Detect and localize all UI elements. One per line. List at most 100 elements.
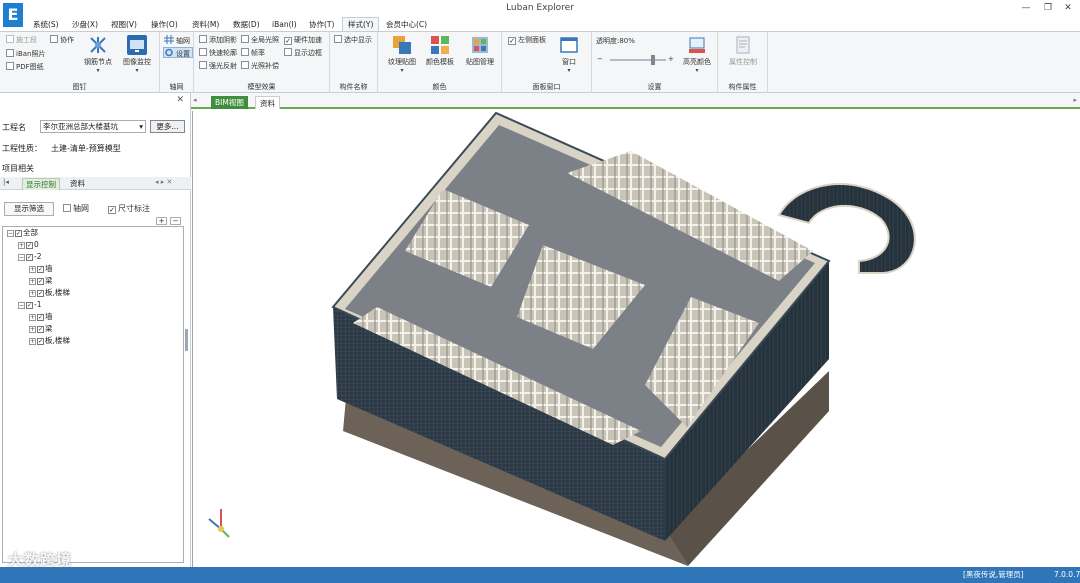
shadow-checkbox[interactable]: 添加阴影 bbox=[199, 35, 237, 46]
group-label-pins: 图钉 bbox=[72, 83, 87, 91]
tree-node-beam[interactable]: + ✓ 梁 bbox=[29, 275, 53, 287]
transparency-plus-button[interactable]: + bbox=[668, 54, 674, 65]
tab-scroll-left-icon[interactable]: |◂ bbox=[3, 178, 9, 186]
group-label-panel: 面板窗口 bbox=[532, 83, 561, 91]
tree-node-slab-stair[interactable]: + ✓ 板,楼梯 bbox=[29, 287, 70, 299]
texture-icon bbox=[392, 35, 412, 55]
panel-splitter[interactable] bbox=[185, 329, 188, 351]
global-light-checkbox[interactable]: 全局光照 bbox=[241, 35, 279, 46]
group-component-name: 选中显示 构件名称 bbox=[330, 32, 378, 93]
monitor-icon bbox=[127, 35, 147, 55]
tab-operation[interactable]: 操作(O) bbox=[151, 18, 178, 31]
expand-all-button[interactable]: + bbox=[156, 217, 167, 225]
axis-settings-button[interactable]: 设置 bbox=[163, 47, 193, 58]
tab-scroll-right-icon[interactable]: ▸ bbox=[1073, 96, 1077, 104]
grid-icon bbox=[164, 35, 174, 44]
property-control-button[interactable]: 属性控制 bbox=[723, 35, 763, 67]
display-filter-button[interactable]: 显示筛选 bbox=[4, 202, 54, 216]
group-label-axis: 轴网 bbox=[169, 83, 184, 91]
tab-member[interactable]: 会员中心(C) bbox=[386, 18, 427, 31]
fast-outline-checkbox[interactable]: 快速轮廓 bbox=[199, 48, 237, 59]
close-icon[interactable]: ✕ bbox=[176, 95, 184, 105]
tree-node-wall[interactable]: + ✓ 墙 bbox=[29, 263, 53, 275]
iban-photo-checkbox[interactable]: iBan照片 bbox=[6, 49, 45, 60]
building-model bbox=[208, 111, 916, 566]
tree-node-floor-minus2[interactable]: − ✓ -2 bbox=[18, 251, 41, 263]
project-nature-label: 工程性质： bbox=[2, 144, 42, 153]
pdf-drawing-checkbox[interactable]: PDF图纸 bbox=[6, 62, 44, 73]
group-color: 纹理贴图 ▾ 颜色模板 贴图管理 颜色 bbox=[378, 32, 502, 93]
tree-node-floor-0[interactable]: + ✓ 0 bbox=[18, 239, 39, 251]
group-panel-window: ✓ 左侧面板 窗口 ▾ 面板窗口 bbox=[502, 32, 592, 93]
group-label-color: 颜色 bbox=[432, 83, 447, 91]
project-name-label: 工程名 bbox=[2, 123, 26, 132]
show-border-checkbox[interactable]: 显示边框 bbox=[284, 48, 322, 59]
rebar-node-button[interactable]: 钢筋节点 ▾ bbox=[78, 35, 118, 74]
group-pins: 施工段 协作 iBan照片 PDF图纸 钢筋节点 ▾ 图像监控 ▾ 图钉 bbox=[0, 32, 160, 93]
color-template-button[interactable]: 颜色模板 bbox=[420, 35, 460, 67]
axis-gizmo[interactable] bbox=[208, 509, 230, 538]
tab-documents[interactable]: 资料 bbox=[255, 96, 280, 109]
group-axis: 轴网 设置 轴网 bbox=[160, 32, 194, 93]
tree-node-floor-minus1[interactable]: − ✓ -1 bbox=[18, 299, 41, 311]
slider-thumb[interactable] bbox=[651, 55, 655, 65]
tab-system[interactable]: 系统(S) bbox=[33, 18, 59, 31]
texture-map-button[interactable]: 纹理贴图 ▾ bbox=[382, 35, 422, 74]
image-monitor-button[interactable]: 图像监控 ▾ bbox=[117, 35, 157, 74]
specular-checkbox[interactable]: 强光反射 bbox=[199, 61, 237, 72]
ribbon: 施工段 协作 iBan照片 PDF图纸 钢筋节点 ▾ 图像监控 ▾ 图钉 轴网 设置… bbox=[0, 31, 1080, 93]
chevron-down-icon: ▾ bbox=[139, 122, 143, 131]
tab-bim-view[interactable]: BIM视图 bbox=[211, 96, 248, 109]
watermark-logo: 大数跨境 bbox=[8, 551, 73, 569]
close-icon[interactable]: ✕ bbox=[1058, 2, 1078, 14]
group-model-effects: 添加阴影 全局光照 ✓ 硬件加速 快速轮廓 帧率 显示边框 强光反射 光照补偿 模… bbox=[194, 32, 330, 93]
tree-node-all[interactable]: − ✓ 全部 bbox=[7, 227, 38, 239]
current-user: [黑夜传说,管理员] bbox=[963, 570, 1024, 579]
tab-material[interactable]: 资料(M) bbox=[192, 18, 219, 31]
tab-sandbox[interactable]: 沙盘(X) bbox=[72, 18, 98, 31]
texture-manage-button[interactable]: 贴图管理 bbox=[460, 35, 500, 67]
hw-accel-checkbox[interactable]: ✓ 硬件加速 bbox=[284, 35, 322, 46]
group-label-component: 构件名称 bbox=[339, 83, 368, 91]
construction-checkbox[interactable]: 施工段 bbox=[6, 35, 37, 46]
tree-node-beam[interactable]: + ✓ 梁 bbox=[29, 323, 53, 335]
transparency-slider[interactable] bbox=[610, 55, 666, 65]
tab-material[interactable]: 资料 bbox=[67, 178, 88, 190]
tree-node-wall[interactable]: + ✓ 墙 bbox=[29, 311, 53, 323]
tab-data[interactable]: 数据(D) bbox=[233, 18, 260, 31]
tab-scroll-icons[interactable]: ◂ ▸ ✕ bbox=[155, 178, 172, 186]
collab-checkbox[interactable]: 协作 bbox=[50, 35, 74, 46]
light-compensation-checkbox[interactable]: 光照补偿 bbox=[241, 61, 279, 72]
restore-icon[interactable]: ❐ bbox=[1038, 2, 1058, 14]
show-selected-checkbox[interactable]: 选中显示 bbox=[334, 35, 372, 46]
collapse-all-button[interactable]: − bbox=[170, 217, 181, 225]
title-bar: E Luban Explorer — ❐ ✕ bbox=[0, 0, 1080, 27]
project-select[interactable]: 李尔亚洲总部大楼基坑 ▾ bbox=[40, 120, 146, 133]
tree-node-slab-stair[interactable]: + ✓ 板,楼梯 bbox=[29, 335, 70, 347]
framerate-checkbox[interactable]: 帧率 bbox=[241, 48, 265, 59]
left-panel-checkbox[interactable]: ✓ 左侧面板 bbox=[508, 35, 546, 46]
app-logo[interactable]: E bbox=[3, 3, 23, 27]
minimize-icon[interactable]: — bbox=[1016, 2, 1036, 14]
axis-checkbox[interactable]: 轴网 bbox=[63, 203, 89, 214]
group-label-model: 模型效果 bbox=[247, 83, 276, 91]
tab-iban[interactable]: iBan(I) bbox=[272, 18, 297, 31]
tab-display-control[interactable]: 显示控制 bbox=[22, 178, 60, 190]
rebar-node-icon bbox=[88, 35, 108, 55]
bim-3d-viewport[interactable] bbox=[192, 111, 1080, 567]
left-panel: ✕ 工程名 李尔亚洲总部大楼基坑 ▾ 更多... 工程性质： 土建-清单-预算模型… bbox=[0, 93, 191, 567]
highlight-color-icon bbox=[687, 35, 707, 55]
axis-grid-button[interactable]: 轴网 bbox=[164, 35, 190, 46]
ribbon-tabs: 系统(S) 沙盘(X) 视图(V) 操作(O) 资料(M) 数据(D) iBan… bbox=[0, 16, 1080, 32]
transparency-label: 透明度:80% bbox=[596, 37, 635, 45]
tab-style[interactable]: 样式(Y) bbox=[342, 17, 380, 32]
floor-tree: − ✓ 全部 + ✓ 0 − ✓ -2 + ✓ 墙 + ✓ 梁 + ✓ 板,楼梯 − ✓ -1 + ✓ 墙 + ✓… bbox=[2, 226, 184, 563]
dimension-checkbox[interactable]: ✓ 尺寸标注 bbox=[108, 203, 150, 214]
tab-scroll-left-icon[interactable]: ◂ bbox=[193, 96, 197, 104]
highlight-color-button[interactable]: 高亮颜色 ▾ bbox=[678, 35, 716, 74]
window-button[interactable]: 窗口 ▾ bbox=[549, 35, 589, 74]
transparency-minus-button[interactable]: − bbox=[597, 54, 603, 65]
more-button[interactable]: 更多... bbox=[150, 120, 185, 133]
tab-view[interactable]: 视图(V) bbox=[111, 18, 137, 31]
tab-collab[interactable]: 协作(T) bbox=[309, 18, 334, 31]
